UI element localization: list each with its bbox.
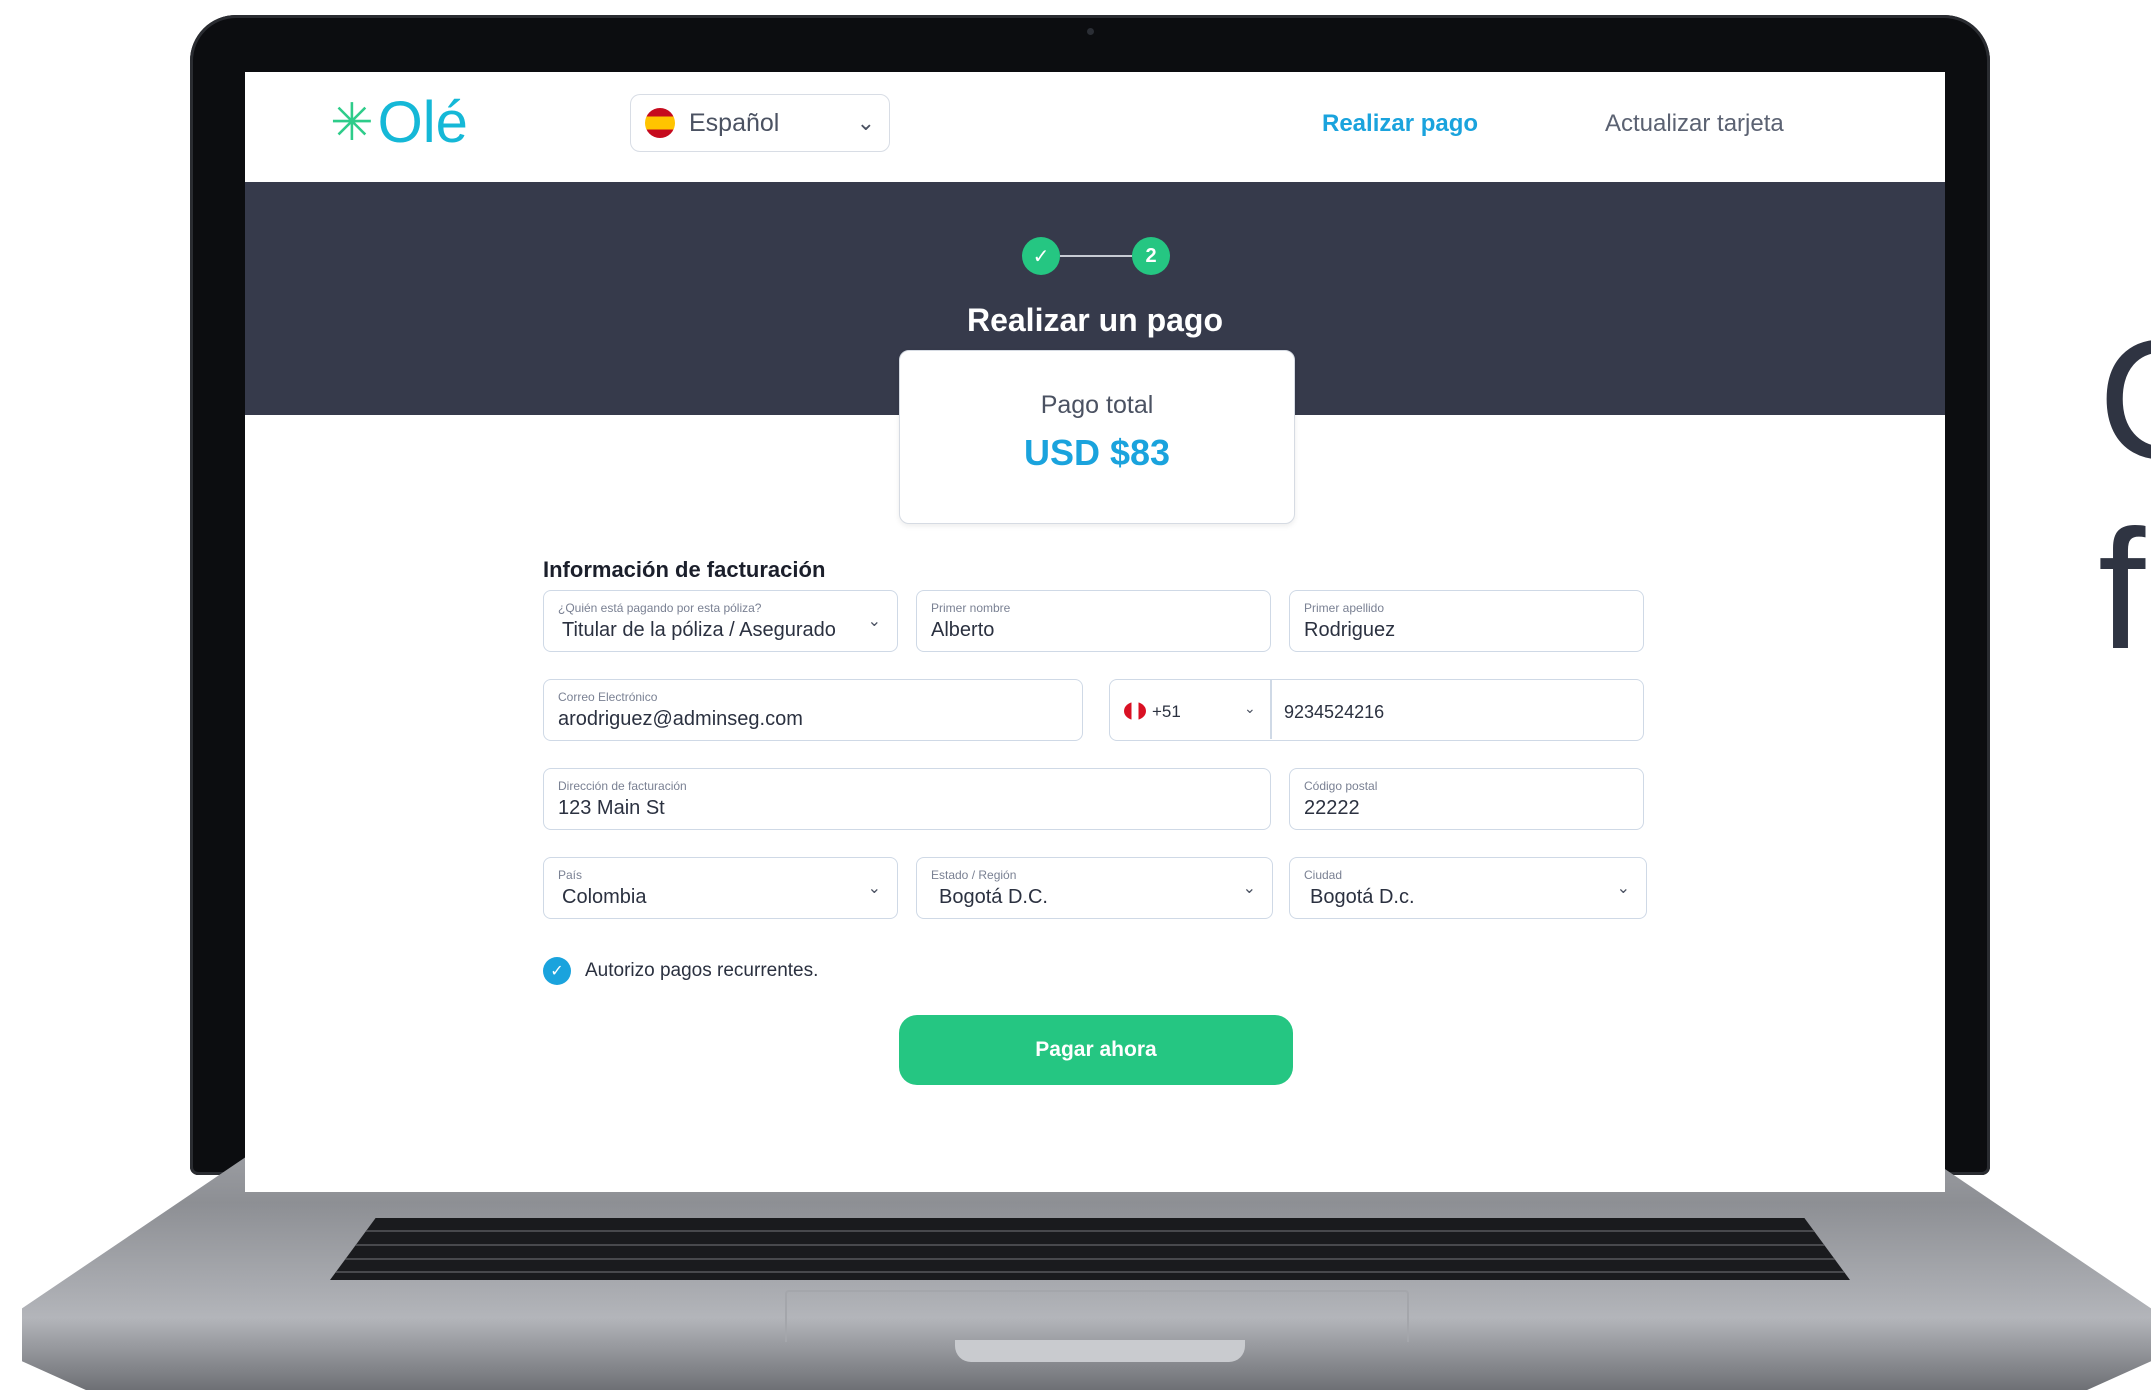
spain-flag-icon (645, 108, 675, 138)
nav-link-actualizar-tarjeta[interactable]: Actualizar tarjeta (1605, 110, 1784, 138)
language-select[interactable]: Español ⌄ (630, 94, 890, 152)
chevron-down-icon: ⌄ (1244, 700, 1256, 716)
city-select[interactable]: Ciudad Bogotá D.c. ⌄ (1289, 857, 1647, 919)
last-name-field[interactable]: Primer apellido Rodriguez (1289, 590, 1644, 652)
phone-divider (1270, 680, 1272, 739)
logo-text: Olé (377, 90, 468, 155)
language-label: Español (689, 108, 780, 137)
side-headline-line2: f (2098, 495, 2146, 685)
postal-code-value: 22222 (1304, 797, 1360, 819)
camera-icon (1087, 28, 1094, 35)
side-headline: C f (2098, 305, 2151, 685)
laptop-keyboard (330, 1218, 1850, 1280)
peru-flag-icon (1124, 702, 1146, 720)
country-value: Colombia (562, 886, 647, 908)
payer-select[interactable]: ¿Quién está pagando por esta póliza? Tit… (543, 590, 898, 652)
side-headline-line1: C (2098, 305, 2151, 495)
asterisk-icon: ✳ (330, 94, 374, 152)
page-title: Realizar un pago (966, 302, 1224, 338)
payer-label: ¿Quién está pagando por esta póliza? (558, 601, 762, 615)
city-label: Ciudad (1304, 868, 1343, 882)
address-value: 123 Main St (558, 797, 665, 819)
payer-value: Titular de la póliza / Asegurado (562, 619, 836, 641)
total-label: Pago total (1040, 391, 1154, 419)
country-select[interactable]: País Colombia ⌄ (543, 857, 898, 919)
ole-logo[interactable]: ✳ Olé (330, 94, 468, 152)
chevron-down-icon: ⌄ (867, 880, 881, 897)
step-complete-check-icon: ✓ (1022, 237, 1060, 275)
first-name-label: Primer nombre (931, 601, 1011, 615)
keyboard-row (330, 1271, 1850, 1273)
state-select[interactable]: Estado / Región Bogotá D.C. ⌄ (916, 857, 1273, 919)
total-payment-card: Pago total USD $83 (899, 350, 1295, 524)
keyboard-row (330, 1244, 1850, 1246)
nav-link-realizar-pago[interactable]: Realizar pago (1322, 110, 1478, 138)
state-value: Bogotá D.C. (939, 886, 1048, 908)
chevron-down-icon: ⌄ (867, 613, 881, 630)
email-label: Correo Electrónico (558, 690, 658, 704)
chevron-down-icon: ⌄ (1242, 880, 1256, 897)
top-navbar: ✳ Olé Español ⌄ Realizar pago Actualizar… (245, 72, 1945, 182)
keyboard-row (330, 1230, 1850, 1232)
phone-number-value[interactable]: 9234524216 (1284, 702, 1384, 723)
recurring-payments-checkbox[interactable]: ✓ Autorizo pagos recurrentes. (543, 957, 818, 985)
first-name-value: Alberto (931, 619, 995, 641)
city-value: Bogotá D.c. (1310, 886, 1415, 908)
checkmark-icon[interactable]: ✓ (543, 957, 571, 985)
address-field[interactable]: Dirección de facturación 123 Main St (543, 768, 1271, 830)
first-name-field[interactable]: Primer nombre Alberto (916, 590, 1271, 652)
total-amount: USD $83 (1023, 432, 1171, 473)
postal-code-label: Código postal (1304, 779, 1378, 793)
keyboard-row (330, 1258, 1850, 1260)
email-field[interactable]: Correo Electrónico arodriguez@adminseg.c… (543, 679, 1083, 741)
postal-code-field[interactable]: Código postal 22222 (1289, 768, 1644, 830)
laptop-front-lip (955, 1340, 1245, 1362)
country-code-select[interactable]: +51 (1152, 702, 1181, 722)
laptop-screen: ✳ Olé Español ⌄ Realizar pago Actualizar… (245, 72, 1945, 1192)
address-label: Dirección de facturación (558, 779, 687, 793)
laptop-trackpad (785, 1290, 1409, 1342)
chevron-down-icon: ⌄ (1616, 880, 1630, 897)
step-2-indicator: 2 (1132, 237, 1170, 275)
billing-section-title: Información de facturación (543, 557, 826, 582)
stepper-connector (1060, 255, 1132, 257)
country-label: País (558, 868, 583, 882)
pay-now-button[interactable]: Pagar ahora (899, 1015, 1293, 1085)
last-name-value: Rodriguez (1304, 619, 1396, 641)
progress-stepper: ✓ 2 (1022, 237, 1170, 275)
email-value: arodriguez@adminseg.com (558, 708, 803, 730)
phone-field[interactable]: +51 ⌄ 9234524216 (1109, 679, 1644, 741)
recurring-payments-label: Autorizo pagos recurrentes. (585, 960, 819, 981)
state-label: Estado / Región (931, 868, 1017, 882)
chevron-down-icon: ⌄ (856, 110, 875, 135)
last-name-label: Primer apellido (1304, 601, 1385, 615)
